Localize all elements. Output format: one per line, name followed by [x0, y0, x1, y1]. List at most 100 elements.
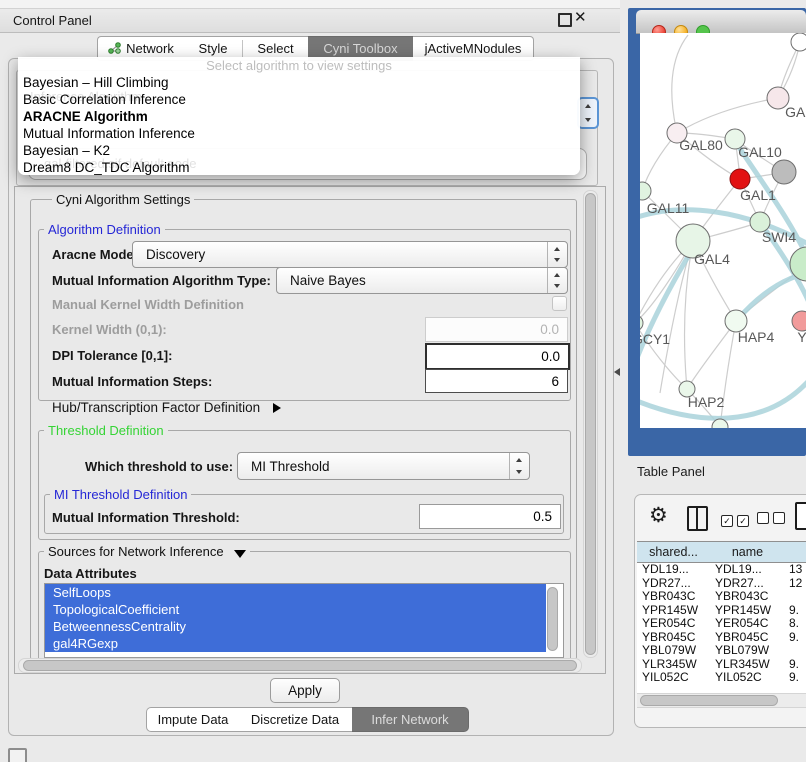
algorithm-option-bayesian-hill-climbing[interactable]: Bayesian – Hill Climbing	[18, 74, 580, 91]
select-all-checkboxes-icon[interactable]: ✓✓	[721, 512, 753, 527]
gear-icon[interactable]: ⚙	[649, 503, 668, 528]
which-threshold-combo[interactable]: MI Threshold	[237, 452, 530, 480]
tab-label: Network	[126, 41, 174, 56]
table-cell: YDL19...	[642, 563, 689, 577]
attributes-list-scrollbar[interactable]	[547, 587, 558, 651]
table-cell: YPR145W	[715, 604, 771, 618]
combo-stepper-icon[interactable]	[509, 453, 529, 479]
control-panel-top-strip	[0, 0, 620, 9]
attribute-item-betweennesscentrality[interactable]: BetweennessCentrality	[45, 618, 546, 635]
table-cell: YDR27...	[715, 577, 764, 591]
table-row[interactable]: YBR043CYBR043C	[637, 590, 806, 604]
algorithm-option-dream8-dc-tdc-algorithm[interactable]: Dream8 DC_TDC Algorithm	[18, 159, 580, 176]
algorithm-option-basic-correlation-inference[interactable]: Basic Correlation Inference	[18, 91, 580, 108]
network-node-gcy1[interactable]	[640, 315, 643, 331]
bottom-tab-label: Discretize Data	[251, 712, 339, 727]
mi-steps-field[interactable]: 6	[425, 369, 568, 393]
bottom-tab-label: Impute Data	[158, 712, 229, 727]
network-window-titlebar[interactable]	[636, 10, 806, 34]
network-node-y[interactable]	[792, 311, 806, 331]
aracne-mode-combo[interactable]: Discovery	[132, 241, 568, 268]
table-row[interactable]: YBR045CYBR045C9.	[637, 631, 806, 645]
combo-stepper-icon[interactable]	[547, 242, 567, 267]
table-panel-container: ⚙ ✓✓ shared...name YDL19...YDL19...13YDR…	[634, 494, 806, 728]
mi-threshold-label: Mutual Information Threshold:	[52, 510, 240, 525]
node-label-gal11: GAL11	[647, 200, 690, 216]
algorithm-option-mutual-information-inference[interactable]: Mutual Information Inference	[18, 125, 580, 142]
algorithm-dropdown-placeholder: Select algorithm to view settings	[18, 58, 580, 74]
table-cell: YIL052C	[715, 671, 762, 685]
node-label-gal10: GAL10	[738, 144, 782, 160]
table-cell: 12	[789, 577, 802, 591]
kernel-width-field[interactable]: 0.0	[425, 317, 568, 342]
columns-icon[interactable]	[687, 506, 708, 531]
table-cell: YDR27...	[642, 577, 691, 591]
manual-kernel-checkbox[interactable]	[552, 296, 567, 311]
table-cell: 9.	[789, 604, 799, 618]
table-row[interactable]: YDL19...YDL19...13	[637, 563, 806, 577]
mi-threshold-field[interactable]: 0.5	[419, 504, 561, 529]
table-row[interactable]: YIL052C YIL052C 9.	[637, 671, 806, 685]
data-attributes-list[interactable]: SelfLoopsTopologicalCoefficientBetweenne…	[44, 583, 564, 658]
deselect-all-checkboxes-icon[interactable]	[757, 512, 789, 527]
mi-steps-label: Mutual Information Steps:	[52, 374, 212, 389]
cyni-algorithm-settings-title: Cyni Algorithm Settings	[52, 192, 194, 207]
table-cell: YIL052C	[642, 671, 689, 685]
hub-section-toggle[interactable]: Hub/Transcription Factor Definition	[52, 400, 281, 415]
algorithm-option-aracne-algorithm[interactable]: ARACNE Algorithm	[18, 108, 580, 125]
mi-steps-value: 6	[551, 370, 559, 392]
mi-type-combo[interactable]: Naive Bayes	[276, 267, 568, 294]
mi-threshold-group-title: MI Threshold Definition	[50, 487, 191, 502]
table-cell: 9.	[789, 631, 799, 645]
kernel-width-label: Kernel Width (0,1):	[52, 322, 167, 337]
column-header-shared...[interactable]: shared...	[637, 542, 711, 563]
settings-vertical-scrollbar[interactable]	[583, 190, 598, 658]
minimized-panel-icon[interactable]	[8, 748, 27, 762]
network-node-gal1[interactable]	[730, 169, 750, 189]
table-cell: YBR045C	[642, 631, 695, 645]
column-header-hidden[interactable]	[785, 542, 806, 563]
table-horizontal-scrollbar[interactable]	[637, 693, 806, 708]
table-row[interactable]: YLR345WYLR345W9.	[637, 658, 806, 672]
control-panel-title: Control Panel	[13, 13, 92, 28]
algorithm-option-bayesian-k2[interactable]: Bayesian – K2	[18, 142, 580, 159]
bottom-tab-impute-data[interactable]: Impute Data	[146, 707, 239, 732]
document-icon[interactable]	[795, 502, 806, 530]
dpi-tolerance-field[interactable]: 0.0	[425, 343, 570, 370]
network-node[interactable]	[772, 160, 796, 184]
which-threshold-value: MI Threshold	[251, 453, 330, 479]
algorithm-combo-focused-stepper[interactable]	[577, 97, 599, 129]
apply-button[interactable]: Apply	[270, 678, 340, 703]
float-window-icon[interactable]	[558, 13, 572, 27]
combo-stepper-icon[interactable]	[547, 268, 567, 293]
table-row[interactable]: YPR145WYPR145W9.	[637, 604, 806, 618]
attribute-item-topologicalcoefficient[interactable]: TopologicalCoefficient	[45, 601, 546, 618]
attribute-item-selfloops[interactable]: SelfLoops	[45, 584, 546, 601]
table-cell: YBL079W	[715, 644, 769, 658]
aracne-mode-value: Discovery	[146, 242, 205, 267]
sources-toggle[interactable]: Sources for Network Inference	[44, 544, 250, 559]
table-cell: 8.	[789, 617, 799, 631]
bottom-tab-infer-network[interactable]: Infer Network	[352, 707, 469, 732]
table-cell: YBR043C	[715, 590, 768, 604]
control-panel-titlebar: Control Panel	[0, 9, 620, 33]
bottom-tab-discretize-data[interactable]: Discretize Data	[238, 707, 352, 732]
network-canvas[interactable]: GAL7GAL80GAL10GAL1GAL11SWI4GAL4HAP4YGCY1…	[640, 33, 806, 428]
table-row[interactable]: YBL079WYBL079W	[637, 644, 806, 658]
tab-label: Select	[257, 41, 293, 56]
table-row[interactable]: YER054CYER054C8.	[637, 617, 806, 631]
hub-section-label: Hub/Transcription Factor Definition	[52, 400, 260, 415]
node-label-hap2: HAP2	[688, 394, 725, 410]
table-row[interactable]: YDR27... YDR27... 12	[637, 577, 806, 591]
network-node[interactable]	[791, 33, 806, 51]
desktop: Control Panel ✕ NetworkStyleSelectCyni T…	[0, 0, 806, 762]
attribute-item-gal4rgexp[interactable]: gal4RGexp	[45, 635, 546, 652]
column-header-name[interactable]: name	[710, 542, 786, 563]
node-label-gal80: GAL80	[679, 137, 723, 153]
table-cell: YLR345W	[715, 658, 770, 672]
panel-splitter-handle[interactable]	[614, 368, 620, 376]
table-cell: 9.	[789, 671, 799, 685]
close-icon[interactable]: ✕	[574, 8, 587, 26]
settings-horizontal-scrollbar[interactable]	[18, 658, 582, 673]
table-cell: YLR345W	[642, 658, 697, 672]
